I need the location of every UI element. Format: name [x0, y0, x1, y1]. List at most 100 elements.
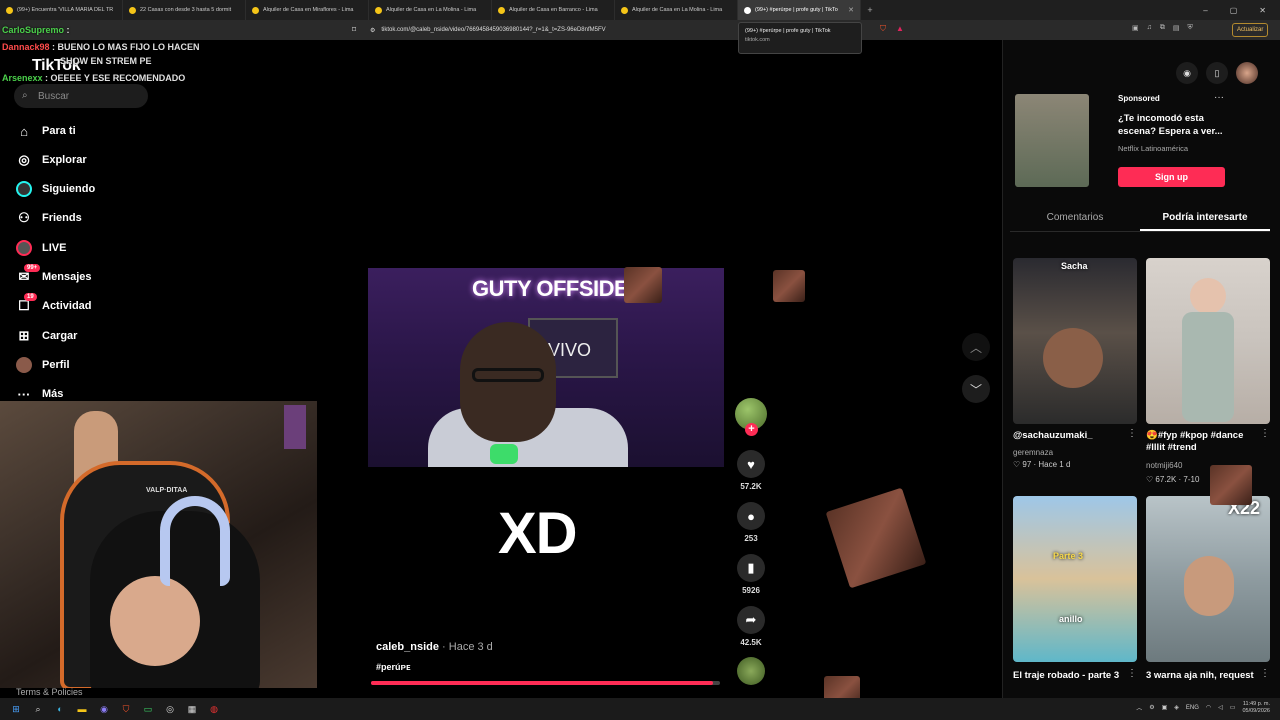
maximize-icon[interactable]: ▢: [1230, 6, 1238, 15]
tab-comentarios[interactable]: Comentarios: [1010, 206, 1140, 231]
battery-icon[interactable]: ▭: [1230, 704, 1236, 711]
tray-app-icon[interactable]: ◈: [1174, 704, 1179, 711]
video-thumbnail[interactable]: X22: [1146, 496, 1270, 662]
browser-tab-bar: (99+) Encuentra 'VILLA MARIA DEL TR 22 C…: [0, 0, 1280, 20]
site-info-icon[interactable]: ⚙: [370, 27, 375, 34]
file-explorer-icon[interactable]: ▬: [76, 703, 88, 715]
new-tab-icon[interactable]: +: [861, 5, 879, 15]
sidebar-item-perfil[interactable]: Perfil: [16, 354, 70, 376]
update-button[interactable]: Actualizar: [1232, 23, 1269, 37]
close-tab-icon[interactable]: ✕: [848, 6, 854, 14]
tray-app-icon[interactable]: ⚙: [1149, 704, 1154, 711]
chevron-up-icon[interactable]: ︿: [1136, 703, 1142, 712]
video-thumbnail[interactable]: [1146, 258, 1270, 424]
search-icon: ⌕: [22, 90, 28, 101]
browser-tab[interactable]: (99+) Encuentra 'VILLA MARIA DEL TR: [0, 0, 123, 20]
wallet-icon[interactable]: ▤: [1173, 24, 1180, 32]
notification-badge: 19: [24, 293, 37, 301]
browser-tab-active[interactable]: (99+) #perúrpe | profe guty | TikTo ✕: [738, 0, 861, 20]
video-hashtag[interactable]: #perúᴘᴇ: [376, 662, 411, 672]
sidebar-item-para-ti[interactable]: ⌂ Para ti: [16, 120, 76, 142]
extensions-icon[interactable]: ⧉: [1160, 24, 1165, 32]
tray-app-icon[interactable]: ▣: [1162, 704, 1168, 711]
language-indicator[interactable]: ENG: [1186, 705, 1199, 711]
search-icon[interactable]: ⌕: [32, 703, 44, 715]
close-window-icon[interactable]: ✕: [1259, 6, 1266, 15]
like-button[interactable]: ♥ 57.2K: [736, 450, 766, 491]
more-icon: ···: [17, 386, 31, 402]
sidebar-item-explorar[interactable]: ◎ Explorar: [16, 149, 86, 171]
sidebar-item-mensajes[interactable]: ✉ 99+ Mensajes: [16, 264, 92, 288]
video-title[interactable]: @sachauzumaki_: [1013, 430, 1137, 442]
author-name[interactable]: caleb_nside: [376, 641, 439, 653]
terminal-icon[interactable]: ▭: [142, 703, 154, 715]
notification-badge: 99+: [24, 264, 41, 272]
clock[interactable]: 11:49 p. m. 05/09/2026: [1242, 701, 1270, 714]
search-input[interactable]: ⌕ Buscar: [14, 84, 148, 108]
volume-icon[interactable]: ◁: [1218, 704, 1223, 711]
save-count: 5926: [742, 586, 760, 595]
friends-icon: ⚇: [18, 210, 30, 225]
tab-podria-interesarte[interactable]: Podría interesarte: [1140, 206, 1270, 231]
ad-title[interactable]: ¿Te incomodó esta escena? Espera a ver..…: [1118, 113, 1230, 139]
more-options-icon[interactable]: ⋮: [1127, 428, 1137, 439]
app-icon[interactable]: ▦: [186, 703, 198, 715]
video-progress-bar[interactable]: [371, 681, 720, 685]
sidebar-item-siguiendo[interactable]: Siguiendo: [16, 178, 95, 200]
device-icon[interactable]: ▯: [1206, 62, 1228, 84]
terms-link[interactable]: Terms & Policies: [16, 687, 83, 697]
music-disc-icon[interactable]: [737, 657, 765, 685]
browser-tab[interactable]: Alquiler de Casa en Barranco - Lima: [492, 0, 615, 20]
video-clip[interactable]: VIVO GUTY OFFSIDE: [368, 268, 724, 467]
more-options-icon[interactable]: ···: [1214, 92, 1224, 103]
face-sticker: [825, 487, 927, 589]
video-title[interactable]: 3 warna aja nih, request: [1146, 670, 1260, 682]
video-title[interactable]: 😍#fyp #kpop #dance #lllit #trend: [1146, 430, 1258, 455]
discord-icon[interactable]: ◉: [98, 703, 110, 715]
vpn-icon[interactable]: ⛨: [1188, 24, 1193, 32]
ad-thumbnail[interactable]: [1015, 94, 1089, 187]
browser-tab[interactable]: Alquiler de Casa en La Molina - Lima: [369, 0, 492, 20]
video-author[interactable]: caleb_nside · Hace 3 d: [376, 641, 493, 653]
media-icon[interactable]: ♫: [1147, 24, 1152, 32]
sign-up-button[interactable]: Sign up: [1118, 167, 1225, 187]
sidebar-toggle-icon[interactable]: ▣: [1132, 24, 1139, 32]
video-title[interactable]: El traje robado - parte 3: [1013, 670, 1137, 682]
sidebar-item-friends[interactable]: ⚇ Friends: [16, 207, 82, 229]
minimize-icon[interactable]: –: [1203, 6, 1207, 15]
wifi-icon[interactable]: ◠: [1206, 704, 1211, 711]
tiktok-favicon-icon: [744, 6, 751, 14]
brave-icon[interactable]: ⛉: [120, 703, 132, 715]
comment-icon: ●: [737, 502, 765, 530]
recorder-icon[interactable]: ◍: [208, 703, 220, 715]
coins-icon[interactable]: ◉: [1176, 62, 1198, 84]
brave-rewards-icon[interactable]: ▲: [896, 24, 904, 33]
brave-shield-icon[interactable]: ⛉: [880, 24, 886, 34]
bookmark-icon[interactable]: ⌑: [352, 25, 356, 34]
chevron-down-icon[interactable]: ﹀: [962, 375, 990, 403]
upload-icon: ⊞: [18, 328, 30, 343]
user-avatar[interactable]: [1236, 62, 1258, 84]
comment-button[interactable]: ● 253: [736, 502, 766, 543]
video-thumbnail[interactable]: Sacha: [1013, 258, 1137, 424]
windows-start-icon[interactable]: ⊞: [10, 703, 22, 715]
sidebar-item-live[interactable]: LIVE: [16, 237, 66, 259]
sidebar-item-actividad[interactable]: ☐ 19 Actividad: [16, 293, 92, 317]
save-button[interactable]: ▮ 5926: [736, 554, 766, 595]
browser-tab[interactable]: Alquiler de Casa en La Molina - Lima: [615, 0, 738, 20]
browser-tab[interactable]: 22 Casas con desde 3 hasta 5 dormit: [123, 0, 246, 20]
sidebar-item-label: Cargar: [42, 330, 78, 342]
follow-plus-icon[interactable]: +: [745, 423, 758, 436]
edge-icon[interactable]: ◐: [54, 703, 66, 715]
chevron-up-icon[interactable]: ︿: [962, 333, 990, 361]
sidebar-item-cargar[interactable]: ⊞ Cargar: [16, 325, 78, 347]
video-thumbnail[interactable]: Parte 3 anillo: [1013, 496, 1137, 662]
more-options-icon[interactable]: ⋮: [1260, 668, 1270, 679]
share-button[interactable]: ➦ 42.5K: [736, 606, 766, 647]
obs-icon[interactable]: ◎: [164, 703, 176, 715]
more-options-icon[interactable]: ⋮: [1127, 668, 1137, 679]
browser-tab[interactable]: Alquiler de Casa en Miraflores - Lima: [246, 0, 369, 20]
more-options-icon[interactable]: ⋮: [1260, 428, 1270, 439]
video-user[interactable]: geremnaza: [1013, 448, 1053, 457]
video-user[interactable]: notmiji640: [1146, 461, 1182, 470]
